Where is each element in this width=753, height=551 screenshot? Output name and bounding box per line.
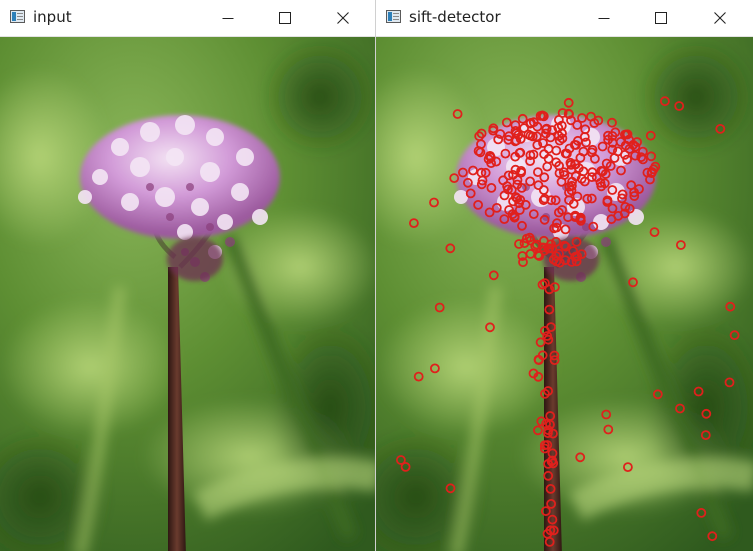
close-icon <box>337 12 349 24</box>
maximize-button[interactable] <box>262 0 308 36</box>
maximize-button[interactable] <box>638 0 684 36</box>
app-window-icon <box>10 10 25 23</box>
sift-window-titlebar[interactable]: sift-detector <box>376 0 753 37</box>
app-window-icon <box>386 10 401 23</box>
minimize-icon <box>222 18 234 19</box>
close-button[interactable] <box>697 0 743 36</box>
minimize-button[interactable] <box>205 0 251 36</box>
input-window-titlebar[interactable]: input <box>0 0 375 37</box>
minimize-button[interactable] <box>581 0 627 36</box>
close-icon <box>714 12 726 24</box>
window-title: sift-detector <box>409 8 501 26</box>
sift-detector-window: sift-detector <box>376 0 753 551</box>
close-button[interactable] <box>320 0 366 36</box>
maximize-icon <box>655 12 667 24</box>
sift-output-image <box>376 37 753 551</box>
minimize-icon <box>598 18 610 19</box>
flower-photo <box>0 37 375 551</box>
input-window: input <box>0 0 376 551</box>
maximize-icon <box>279 12 291 24</box>
flower-photo-with-keypoints <box>376 37 753 551</box>
input-image <box>0 37 375 551</box>
window-title: input <box>33 8 72 26</box>
